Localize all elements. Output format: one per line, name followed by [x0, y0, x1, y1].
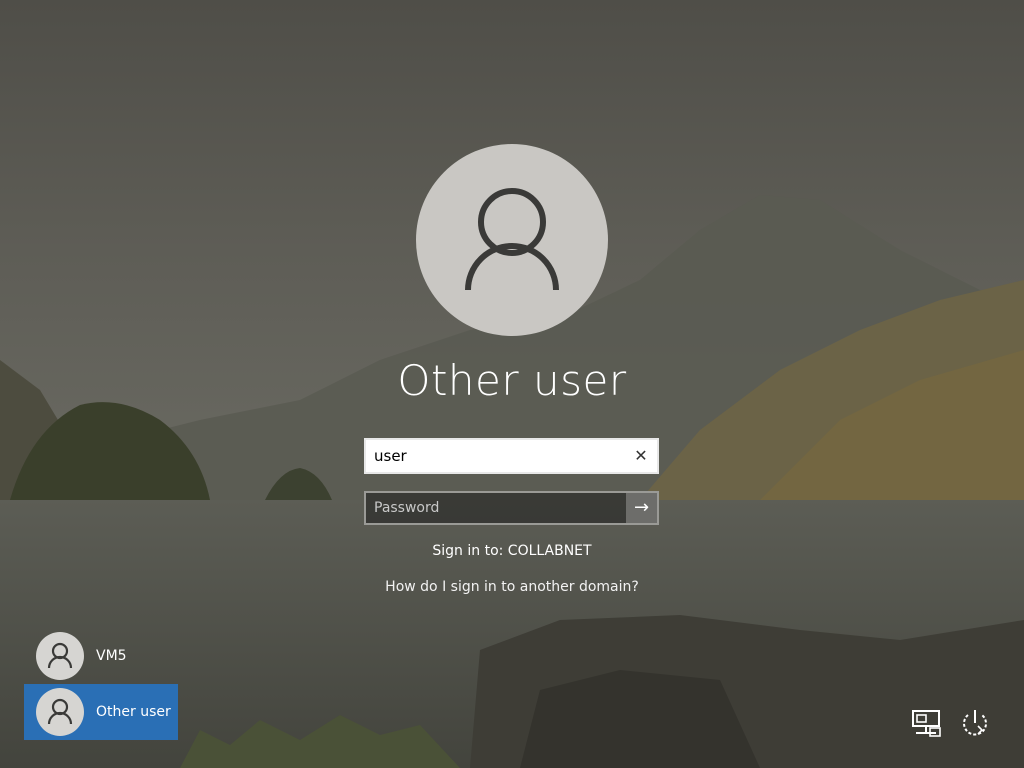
network-button[interactable] — [910, 706, 944, 740]
user-icon — [36, 688, 84, 736]
network-icon — [912, 710, 941, 737]
user-avatar-large — [416, 144, 608, 336]
submit-button[interactable]: → — [626, 493, 657, 523]
power-icon — [963, 710, 987, 736]
user-tile-other-user[interactable]: Other user — [24, 684, 178, 740]
power-button[interactable] — [958, 706, 992, 740]
close-icon: ✕ — [634, 446, 648, 465]
clear-username-button[interactable]: ✕ — [629, 444, 653, 468]
user-tile-label: VM5 — [96, 648, 127, 664]
sign-in-domain-text: Sign in to: COLLABNET — [432, 543, 592, 559]
username-field-container: ✕ — [364, 438, 659, 474]
password-input[interactable] — [374, 493, 624, 523]
user-tile-vm5[interactable]: VM5 — [24, 628, 178, 684]
user-icon — [36, 632, 84, 680]
username-input[interactable] — [374, 440, 624, 472]
password-field-container: → — [364, 491, 659, 525]
arrow-right-icon: → — [633, 497, 650, 518]
other-domain-help-link[interactable]: How do I sign in to another domain? — [312, 579, 712, 595]
user-icon — [465, 188, 559, 291]
user-tile-label: Other user — [96, 704, 171, 720]
user-display-name: Other user — [397, 356, 627, 405]
